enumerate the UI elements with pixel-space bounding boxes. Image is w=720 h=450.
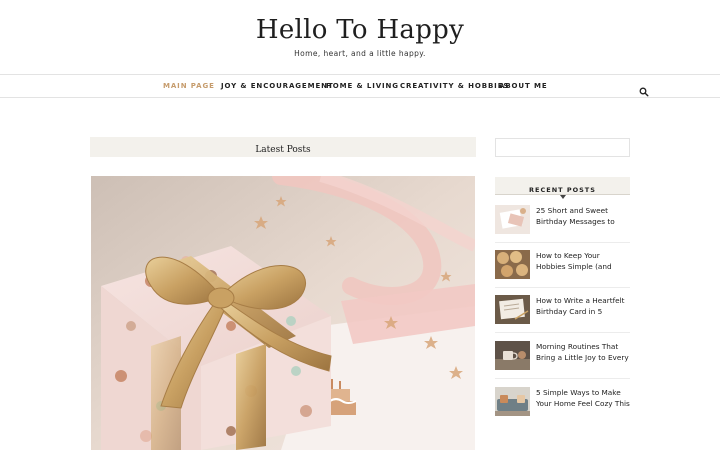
nav-item-about-me[interactable]: ABOUT ME	[499, 82, 548, 90]
sidebar-search-input[interactable]	[495, 138, 630, 157]
post-title[interactable]: How to Write a Heartfelt Birthday Card i…	[536, 295, 630, 321]
cozy-home-thumbnail[interactable]	[495, 387, 530, 416]
latest-posts-heading: Latest Posts	[90, 137, 476, 157]
main-navigation: MAIN PAGE JOY & ENCOURAGEMENT HOME & LIV…	[0, 74, 720, 98]
recent-posts-heading: RECENT POSTS	[495, 177, 630, 195]
featured-post-image[interactable]	[91, 176, 475, 450]
recent-post-item[interactable]: How to Write a Heartfelt Birthday Card i…	[495, 295, 630, 335]
recent-post-item[interactable]: Morning Routines That Bring a Little Joy…	[495, 341, 630, 381]
site-header: Hello To Happy Home, heart, and a little…	[0, 0, 720, 75]
recent-post-item[interactable]: How to Keep Your Hobbies Simple (and	[495, 250, 630, 290]
latest-posts-title: Latest Posts	[255, 145, 311, 155]
post-title[interactable]: How to Keep Your Hobbies Simple (and	[536, 250, 630, 276]
nav-item-joy-encouragement[interactable]: JOY & ENCOURAGEMENT	[221, 82, 334, 90]
nav-item-home-living[interactable]: HOME & LIVING	[326, 82, 399, 90]
post-title[interactable]: 5 Simple Ways to Make Your Home Feel Coz…	[536, 387, 630, 413]
divider	[495, 242, 630, 243]
divider	[495, 332, 630, 333]
nav-item-creativity-hobbies[interactable]: CREATIVITY & HOBBIES	[400, 82, 509, 90]
morning-coffee-thumbnail[interactable]	[495, 341, 530, 370]
recent-post-item[interactable]: 25 Short and Sweet Birthday Messages to	[495, 205, 630, 245]
writing-card-thumbnail[interactable]	[495, 295, 530, 324]
post-title[interactable]: 25 Short and Sweet Birthday Messages to	[536, 205, 630, 231]
nav-item-main-page[interactable]: MAIN PAGE	[163, 82, 215, 90]
cookies-thumbnail[interactable]	[495, 250, 530, 279]
recent-post-item[interactable]: 5 Simple Ways to Make Your Home Feel Coz…	[495, 387, 630, 427]
site-title[interactable]: Hello To Happy	[0, 15, 720, 45]
post-title[interactable]: Morning Routines That Bring a Little Joy…	[536, 341, 630, 367]
divider	[495, 287, 630, 288]
gift-box-illustration	[91, 176, 475, 450]
site-tagline: Home, heart, and a little happy.	[294, 49, 426, 58]
divider	[495, 378, 630, 379]
birthday-card-thumbnail[interactable]	[495, 205, 530, 234]
recent-posts-title: RECENT POSTS	[529, 186, 596, 194]
chevron-down-icon	[560, 195, 566, 199]
search-icon[interactable]	[639, 82, 649, 97]
